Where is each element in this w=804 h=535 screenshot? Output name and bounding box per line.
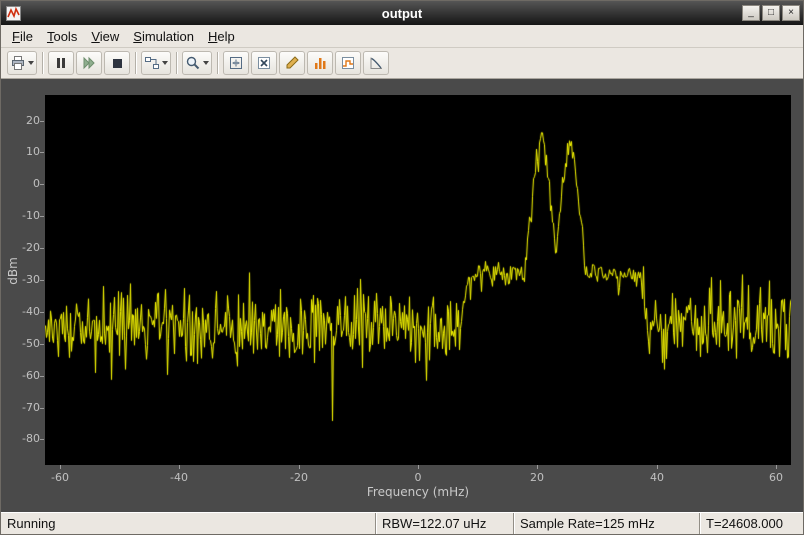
toolbar-separator	[42, 52, 43, 74]
app-icon	[6, 5, 22, 21]
orange-bars-icon	[312, 55, 328, 71]
window-title: output	[1, 6, 803, 21]
simulink-blocks-icon	[144, 55, 160, 71]
status-rbw: RBW=122.07 uHz	[375, 513, 513, 534]
status-time: T=24608.000	[699, 513, 803, 534]
y-tick-label: -60	[3, 369, 40, 382]
x-tick	[776, 465, 777, 469]
status-state: Running	[1, 516, 55, 531]
y-tick	[40, 248, 44, 249]
x-axis-label: Frequency (mHz)	[45, 485, 791, 499]
dropdown-caret-icon	[203, 61, 209, 65]
x-tick	[657, 465, 658, 469]
x-tick-label: -60	[42, 471, 78, 484]
ccdf-button[interactable]	[363, 51, 389, 75]
y-tick-label: -30	[3, 273, 40, 286]
plot-region: dBm Frequency (mHz) -60-40-2002040602010…	[1, 79, 803, 512]
y-tick-label: -50	[3, 337, 40, 350]
pause-icon	[53, 55, 69, 71]
scope-icon	[6, 6, 21, 21]
toolbar	[1, 48, 803, 79]
pause-button[interactable]	[48, 51, 74, 75]
y-tick-label: -40	[3, 305, 40, 318]
stop-icon	[109, 55, 125, 71]
y-tick	[40, 280, 44, 281]
window-controls: _ □ ×	[742, 5, 803, 21]
y-tick	[40, 344, 44, 345]
menu-file[interactable]: File	[5, 26, 40, 47]
y-tick-label: -80	[3, 432, 40, 445]
y-tick	[40, 121, 44, 122]
y-tick-label: -20	[3, 241, 40, 254]
scale-axes-icon	[228, 55, 244, 71]
x-tick-label: -40	[161, 471, 197, 484]
y-tick	[40, 376, 44, 377]
spectrum-canvas[interactable]	[45, 95, 791, 465]
x-tick	[60, 465, 61, 469]
x-tick-label: -20	[281, 471, 317, 484]
x-tick	[299, 465, 300, 469]
menu-view[interactable]: View	[84, 26, 126, 47]
spectrum-analyzer-window: output _ □ × File Tools View Simulation …	[0, 0, 804, 535]
minimize-button[interactable]: _	[742, 5, 760, 21]
print-button[interactable]	[7, 51, 37, 75]
y-tick-label: -10	[3, 209, 40, 222]
zoom-button[interactable]	[182, 51, 212, 75]
statusbar: Running RBW=122.07 uHz Sample Rate=125 m…	[1, 512, 803, 534]
menu-help[interactable]: Help	[201, 26, 242, 47]
distortion-measurements-button[interactable]	[307, 51, 333, 75]
toolbar-separator	[176, 52, 177, 74]
menu-tools[interactable]: Tools	[40, 26, 84, 47]
x-tick-label: 0	[400, 471, 436, 484]
y-tick-label: -70	[3, 401, 40, 414]
cursor-measurements-button[interactable]	[251, 51, 277, 75]
maximize-button[interactable]: □	[762, 5, 780, 21]
printer-icon	[10, 55, 26, 71]
x-tick	[418, 465, 419, 469]
x-tick	[179, 465, 180, 469]
pencil-icon	[284, 55, 300, 71]
toolbar-separator	[217, 52, 218, 74]
y-tick	[40, 408, 44, 409]
spectral-mask-button[interactable]	[335, 51, 361, 75]
magnifier-icon	[185, 55, 201, 71]
y-tick-label: 0	[3, 177, 40, 190]
model-settings-button[interactable]	[141, 51, 171, 75]
y-tick-label: 20	[3, 114, 40, 127]
stop-button[interactable]	[104, 51, 130, 75]
scale-axes-button[interactable]	[223, 51, 249, 75]
dropdown-caret-icon	[162, 61, 168, 65]
falling-curve-icon	[368, 55, 384, 71]
toolbar-separator	[135, 52, 136, 74]
status-sample-rate: Sample Rate=125 mHz	[513, 513, 699, 534]
mask-steps-icon	[340, 55, 356, 71]
titlebar[interactable]: output _ □ ×	[1, 1, 803, 25]
y-tick	[40, 152, 44, 153]
y-tick	[40, 439, 44, 440]
y-tick	[40, 312, 44, 313]
peak-finder-button[interactable]	[279, 51, 305, 75]
menubar: File Tools View Simulation Help	[1, 25, 803, 48]
dropdown-caret-icon	[28, 61, 34, 65]
x-tick	[537, 465, 538, 469]
y-tick	[40, 216, 44, 217]
y-tick	[40, 184, 44, 185]
y-tick-label: 10	[3, 145, 40, 158]
menu-simulation[interactable]: Simulation	[126, 26, 201, 47]
x-tick-label: 20	[519, 471, 555, 484]
step-forward-icon	[81, 55, 97, 71]
x-tick-label: 40	[639, 471, 675, 484]
close-button[interactable]: ×	[782, 5, 800, 21]
cursor-x-icon	[256, 55, 272, 71]
step-forward-button[interactable]	[76, 51, 102, 75]
x-tick-label: 60	[758, 471, 794, 484]
